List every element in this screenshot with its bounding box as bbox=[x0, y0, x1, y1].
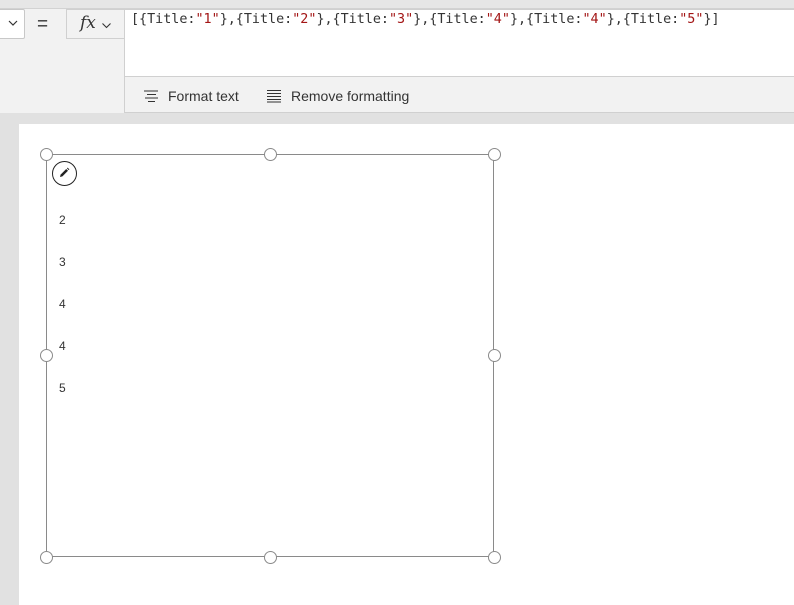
gallery-item[interactable]: 2 bbox=[59, 213, 66, 227]
format-text-icon bbox=[144, 90, 158, 103]
fx-button[interactable]: fx bbox=[66, 9, 124, 39]
remove-formatting-label: Remove formatting bbox=[291, 88, 410, 104]
remove-formatting-button[interactable]: Remove formatting bbox=[266, 86, 409, 106]
resize-handle-top-left[interactable] bbox=[40, 148, 53, 161]
formula-text: [{Title:"1"},{Title:"2"},{Title:"3"},{Ti… bbox=[131, 12, 720, 27]
formula-token: },{Title: bbox=[509, 12, 583, 27]
pencil-icon[interactable] bbox=[52, 161, 77, 186]
resize-handle-left[interactable] bbox=[40, 349, 53, 362]
resize-handle-bottom-right[interactable] bbox=[488, 551, 501, 564]
gallery-item[interactable]: 5 bbox=[59, 381, 66, 395]
resize-handle-bottom[interactable] bbox=[264, 551, 277, 564]
fx-icon: fx bbox=[80, 13, 96, 33]
gallery-control[interactable] bbox=[46, 154, 494, 557]
formula-string-token: "1" bbox=[195, 12, 220, 27]
format-text-button[interactable]: Format text bbox=[143, 86, 239, 106]
formula-token: },{Title: bbox=[316, 12, 389, 27]
formula-input[interactable]: [{Title:"1"},{Title:"2"},{Title:"3"},{Ti… bbox=[124, 9, 794, 77]
format-text-label: Format text bbox=[168, 88, 239, 104]
format-toolbar: Format text Remove formatting bbox=[124, 77, 794, 113]
formula-bar-area: = fx [{Title:"1"},{Title:"2"},{Title:"3"… bbox=[0, 0, 794, 113]
chevron-down-icon bbox=[102, 23, 111, 29]
formula-string-token: "2" bbox=[292, 12, 317, 27]
formula-string-token: "3" bbox=[389, 12, 414, 27]
resize-handle-right[interactable] bbox=[488, 349, 501, 362]
gallery-item[interactable]: 3 bbox=[59, 255, 66, 269]
formula-string-token: "4" bbox=[582, 12, 607, 27]
formula-string-token: "5" bbox=[679, 12, 704, 27]
formula-token: },{Title: bbox=[219, 12, 293, 27]
resize-handle-top-right[interactable] bbox=[488, 148, 501, 161]
chevron-down-icon bbox=[8, 20, 18, 26]
formula-token: [{Title: bbox=[131, 12, 196, 27]
resize-handle-top[interactable] bbox=[264, 148, 277, 161]
formula-token: }] bbox=[703, 12, 720, 27]
equals-sign: = bbox=[37, 14, 49, 35]
gallery-item[interactable]: 4 bbox=[59, 297, 66, 311]
formula-token: },{Title: bbox=[606, 12, 680, 27]
property-dropdown[interactable] bbox=[0, 9, 25, 39]
gallery-item[interactable]: 4 bbox=[59, 339, 66, 353]
formula-token: },{Title: bbox=[413, 12, 486, 27]
resize-handle-bottom-left[interactable] bbox=[40, 551, 53, 564]
remove-formatting-icon bbox=[267, 89, 281, 103]
ribbon-edge bbox=[0, 0, 794, 9]
formula-string-token: "4" bbox=[485, 12, 510, 27]
